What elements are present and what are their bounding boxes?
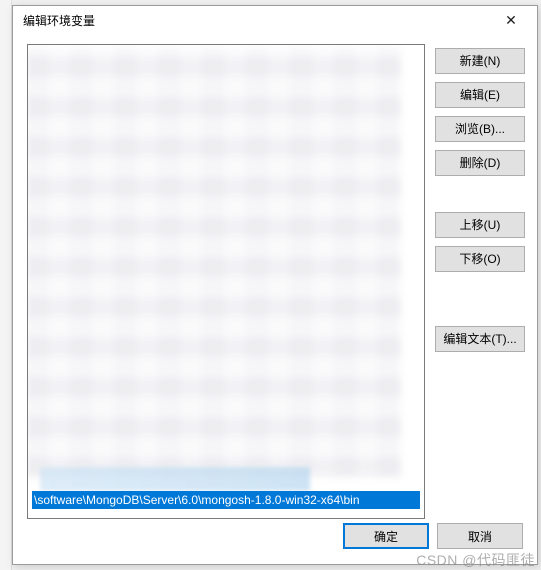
path-listbox-inner: \software\MongoDB\Server\6.0\mongosh-1.8… (30, 47, 422, 518)
new-button[interactable]: 新建(N) (435, 48, 525, 74)
browse-button[interactable]: 浏览(B)... (435, 116, 525, 142)
move-down-button[interactable]: 下移(O) (435, 246, 525, 272)
ok-button[interactable]: 确定 (343, 523, 429, 549)
edit-button[interactable]: 编辑(E) (435, 82, 525, 108)
close-icon: ✕ (505, 12, 517, 29)
list-item-selected[interactable]: \software\MongoDB\Server\6.0\mongosh-1.8… (32, 491, 420, 509)
spacer (435, 280, 525, 318)
move-up-button[interactable]: 上移(U) (435, 212, 525, 238)
background-panel-left (0, 0, 12, 570)
dialog-title: 编辑环境变量 (23, 12, 491, 29)
cancel-button[interactable]: 取消 (437, 523, 523, 549)
titlebar: 编辑环境变量 ✕ (13, 6, 537, 36)
delete-button[interactable]: 删除(D) (435, 150, 525, 176)
path-listbox-scroll[interactable]: \software\MongoDB\Server\6.0\mongosh-1.8… (28, 45, 424, 518)
redacted-items (28, 47, 401, 477)
close-button[interactable]: ✕ (491, 8, 531, 34)
dialog-footer: 确定 取消 (13, 519, 537, 564)
path-listbox[interactable]: \software\MongoDB\Server\6.0\mongosh-1.8… (27, 44, 425, 519)
dialog-content: \software\MongoDB\Server\6.0\mongosh-1.8… (13, 36, 537, 519)
spacer (435, 184, 525, 204)
side-button-column: 新建(N) 编辑(E) 浏览(B)... 删除(D) 上移(U) 下移(O) 编… (435, 44, 525, 519)
edit-env-var-dialog: 编辑环境变量 ✕ \software\MongoDB\Server\6.0\mo… (12, 5, 538, 565)
redacted-highlight (40, 467, 310, 491)
edit-text-button[interactable]: 编辑文本(T)... (435, 326, 525, 352)
